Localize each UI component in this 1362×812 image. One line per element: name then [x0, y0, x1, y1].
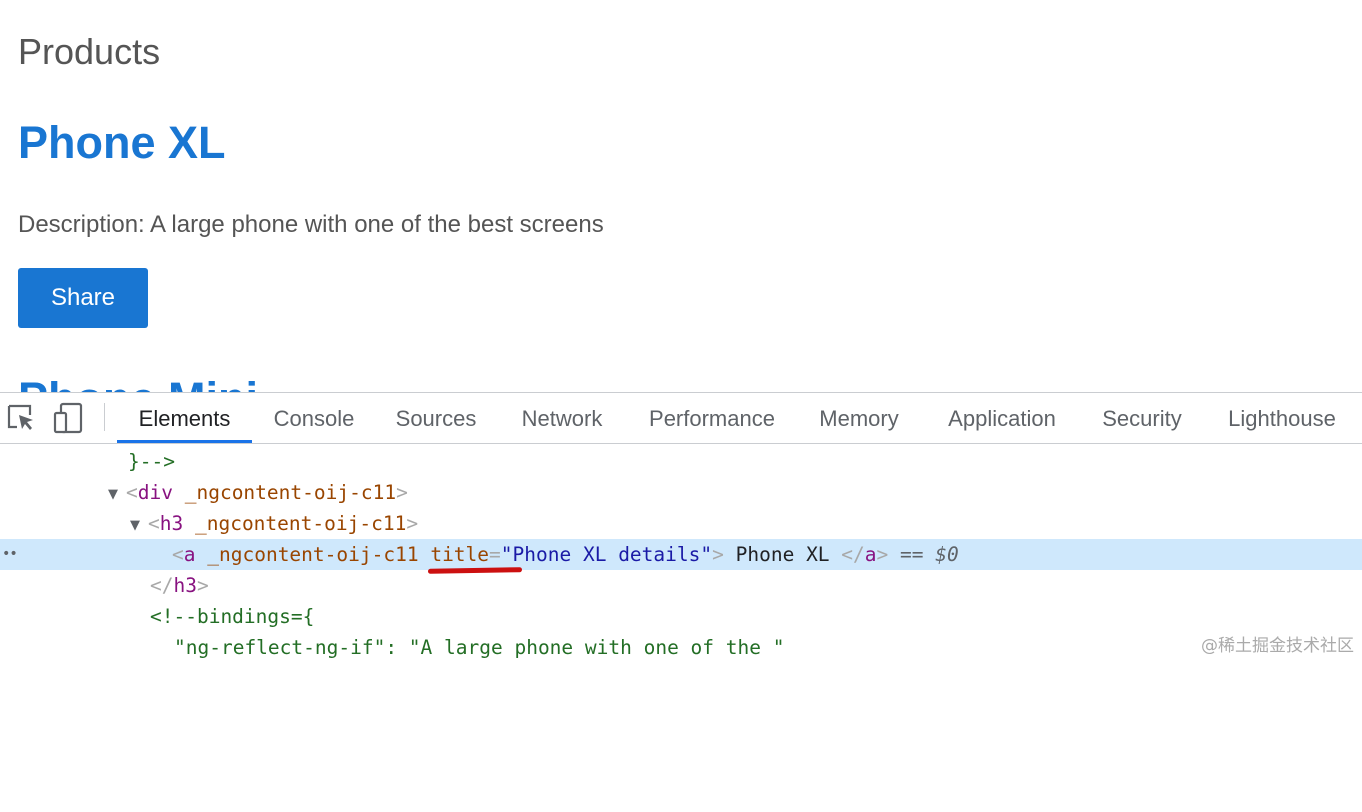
share-button[interactable]: Share — [18, 268, 148, 328]
tab-console[interactable]: Console — [262, 393, 366, 443]
tab-memory[interactable]: Memory — [808, 393, 910, 443]
product-name-link[interactable]: Phone XL — [18, 116, 226, 170]
tab-sources[interactable]: Sources — [386, 393, 486, 443]
dom-tree-line[interactable]: </h3> — [0, 570, 1362, 601]
devtools-panel: Elements Console Sources Network Perform… — [0, 392, 1362, 663]
tab-elements[interactable]: Elements — [117, 393, 252, 443]
expand-arrow-icon[interactable]: ▼ — [130, 510, 148, 541]
page-title: Products — [18, 31, 161, 72]
dom-tree: }--> ▼ <div _ngcontent-oij-c11> ▼ <h3 _ngc… — [0, 444, 1362, 812]
dom-tree-line[interactable]: <!--bindings={ — [0, 601, 1362, 632]
comment-text: }--> — [128, 450, 175, 473]
dom-tree-line[interactable]: }--> — [0, 446, 1362, 477]
app-page: Products Phone XL Description: A large p… — [0, 0, 1362, 392]
more-dots-icon[interactable]: •• — [2, 539, 18, 570]
product-description: Description: A large phone with one of t… — [18, 211, 604, 238]
dom-tree-line[interactable]: ▼ <h3 _ngcontent-oij-c11> — [0, 508, 1362, 539]
expand-arrow-icon[interactable]: ▼ — [108, 479, 126, 510]
devtools-toolbar: Elements Console Sources Network Perform… — [0, 393, 1362, 444]
dom-tree-line[interactable]: "ng-reflect-ng-if": "A large phone with … — [0, 632, 1362, 663]
tab-network[interactable]: Network — [509, 393, 615, 443]
dom-tree-line[interactable]: ▼ <div _ngcontent-oij-c11> — [0, 477, 1362, 508]
dom-tree-line-selected[interactable]: •• <a _ngcontent-oij-c11 title="Phone XL … — [0, 539, 1362, 570]
tab-application[interactable]: Application — [936, 393, 1068, 443]
tab-lighthouse[interactable]: Lighthouse — [1216, 393, 1348, 443]
toolbar-separator — [104, 403, 105, 431]
watermark: @稀土掘金技术社区 — [1201, 636, 1354, 656]
device-toolbar-icon[interactable] — [52, 401, 86, 435]
tab-security[interactable]: Security — [1092, 393, 1192, 443]
next-product-name-link[interactable]: Phone Mini — [18, 372, 258, 392]
inspect-element-icon[interactable] — [4, 401, 38, 435]
tab-performance[interactable]: Performance — [640, 393, 784, 443]
